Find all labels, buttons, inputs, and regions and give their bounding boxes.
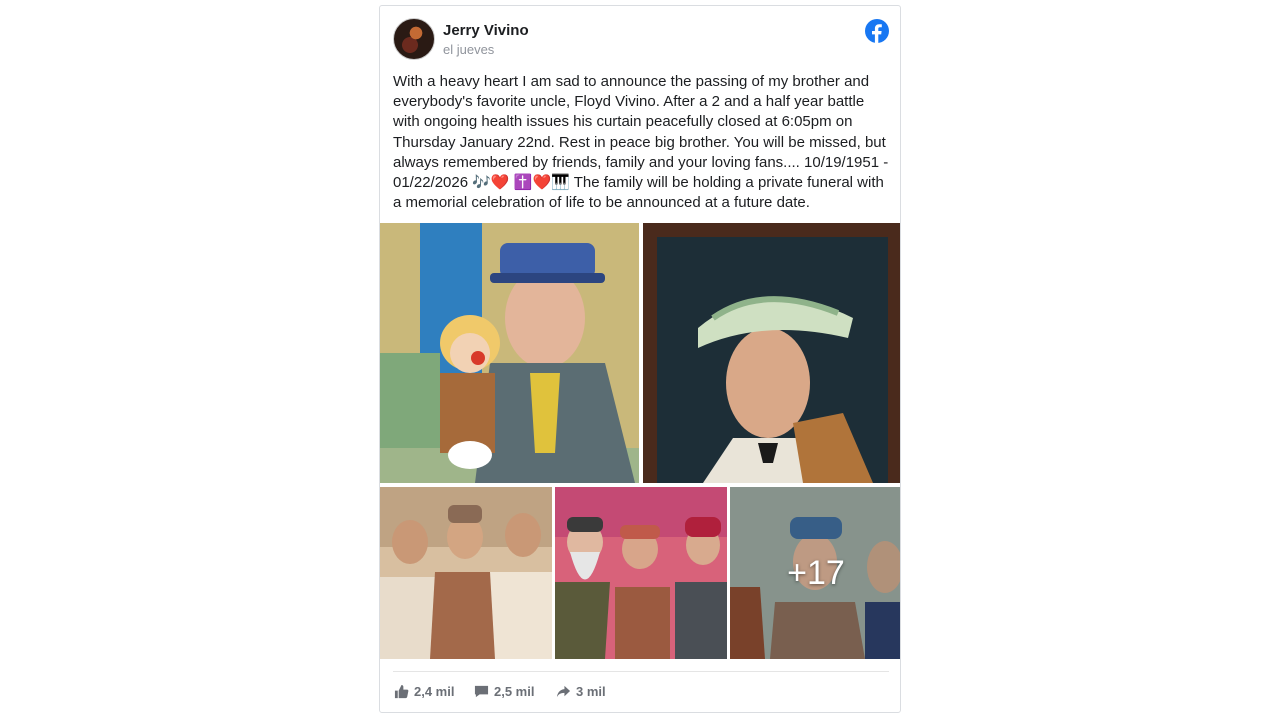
post-text: With a heavy heart I am sad to announce … — [393, 73, 889, 212]
comment-icon — [474, 685, 489, 698]
facebook-post-card: Jerry Vivino el jueves With a heavy hear… — [379, 5, 901, 713]
thumbs-up-icon — [394, 684, 409, 699]
photo-puppet-show[interactable] — [380, 223, 639, 483]
post-header: Jerry Vivino el jueves — [393, 18, 889, 62]
facebook-icon[interactable] — [865, 19, 889, 43]
like-count: 2,4 mil — [414, 684, 455, 699]
post-timestamp[interactable]: el jueves — [443, 42, 494, 57]
author-avatar[interactable] — [393, 18, 435, 60]
photo-sunset-group[interactable] — [555, 487, 727, 659]
comment-count: 2,5 mil — [494, 684, 535, 699]
share-count: 3 mil — [576, 684, 606, 699]
author-name[interactable]: Jerry Vivino — [443, 22, 529, 39]
photo-portrait-painting[interactable] — [643, 223, 900, 483]
photo-more[interactable]: +17 — [730, 487, 900, 659]
post-stats-bar: 2,4 mil 2,5 mil 3 mil — [394, 684, 874, 706]
divider — [393, 671, 889, 672]
share-button[interactable]: 3 mil — [556, 684, 606, 699]
photo-three-brothers[interactable] — [380, 487, 552, 659]
photo-grid: +17 — [380, 223, 900, 659]
comment-button[interactable]: 2,5 mil — [474, 684, 534, 699]
like-button[interactable]: 2,4 mil — [394, 684, 454, 699]
share-arrow-icon — [556, 685, 571, 698]
more-photos-count[interactable]: +17 — [730, 487, 900, 659]
